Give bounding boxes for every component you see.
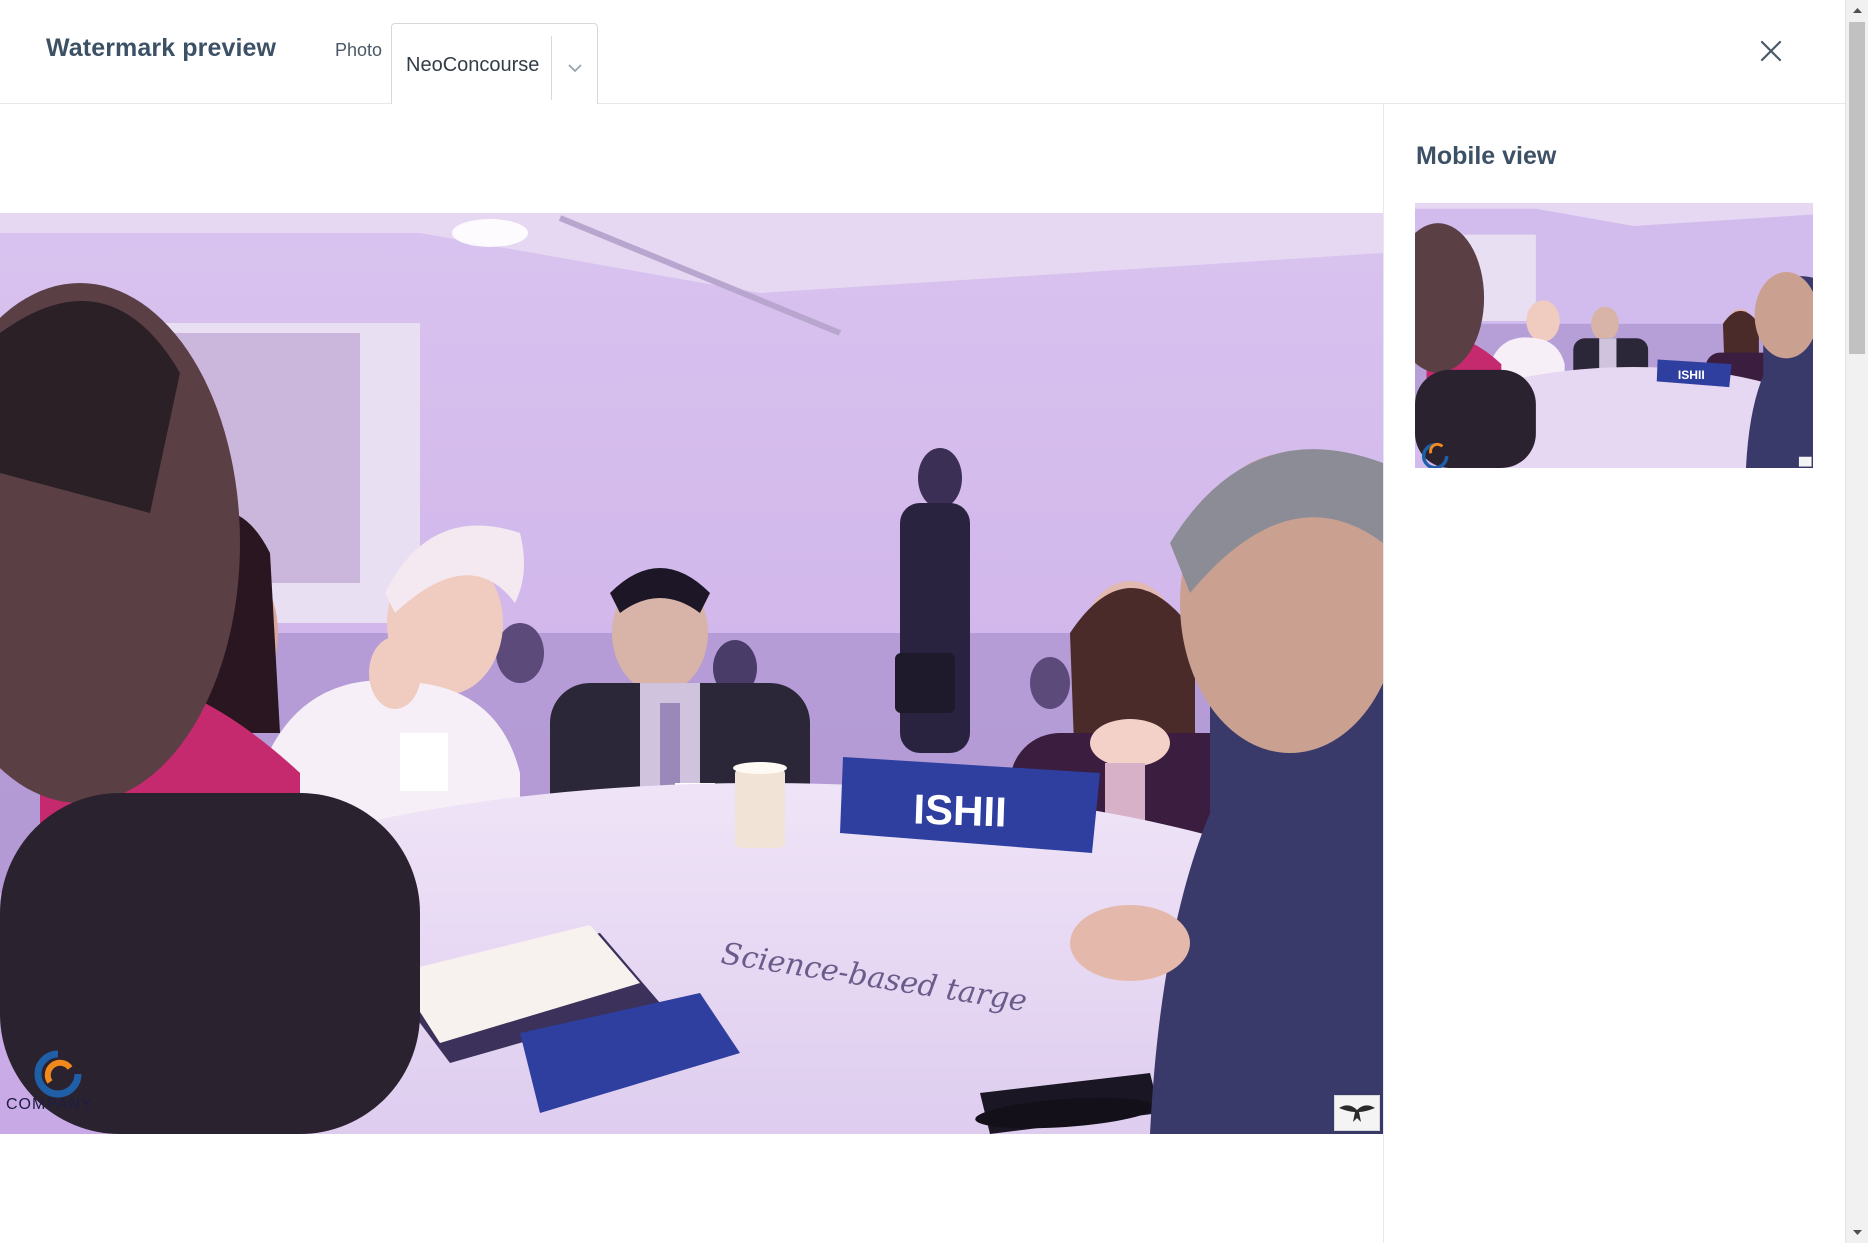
photo-select-value: NeoConcourse [406,54,540,76]
photo-select[interactable]: NeoConcourse [391,23,598,112]
eagle-watermark-icon [1334,1095,1380,1131]
mobile-view-title: Mobile view [1416,142,1557,170]
photo-label: Photo [335,40,383,60]
photo-scene: ISHII Science-based targe COMPANY [0,213,1383,1134]
logo-text: COMPANY [6,1096,93,1113]
placard-text: ISHII [913,785,1008,835]
header: Watermark preview Photo NeoConcourse [0,0,1845,112]
close-icon[interactable] [1756,36,1786,66]
page-scrollbar[interactable] [1845,0,1868,1243]
chevron-down-icon[interactable] [563,56,587,80]
scrollbar-thumb[interactable] [1849,22,1865,354]
scroll-down-arrow-icon[interactable] [1846,1223,1868,1243]
mobile-preview-photo: ISHII [1415,203,1813,468]
mobile-eagle-watermark [1798,456,1812,467]
select-divider [551,36,552,100]
scroll-up-arrow-icon[interactable] [1846,0,1868,20]
page-title: Watermark preview [46,34,277,62]
preview-photo: ISHII Science-based targe COMPANY [0,213,1383,1134]
mobile-placard-text: ISHII [1678,368,1705,382]
mobile-photo-scene: ISHII [1415,203,1813,468]
company-logo: COMPANY [6,1048,112,1123]
